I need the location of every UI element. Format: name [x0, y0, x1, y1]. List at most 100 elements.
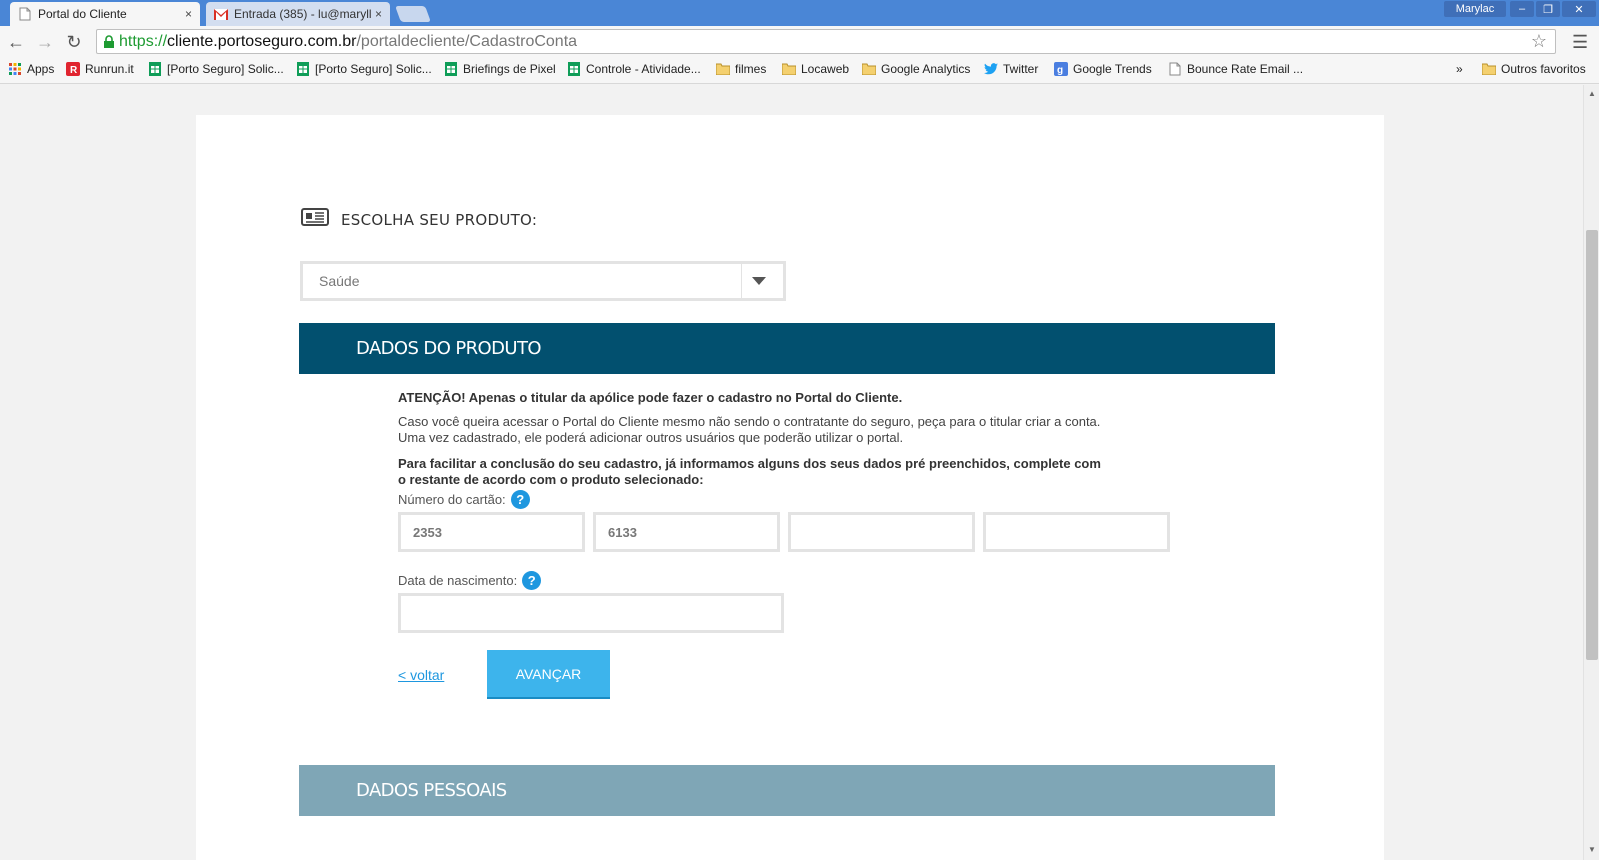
restore-button[interactable]: ❐ [1536, 1, 1560, 17]
product-select-value: Saúde [319, 273, 360, 289]
sheets-icon [148, 62, 162, 76]
section-band-personal: DADOS PESSOAIS [299, 765, 1275, 816]
choose-product-header: ESCOLHA SEU PRODUTO: [301, 208, 537, 231]
reload-icon[interactable]: ↻ [62, 30, 86, 54]
scroll-thumb[interactable] [1586, 230, 1598, 660]
prefill-text: Para facilitar a conclusão do seu cadast… [398, 456, 1188, 488]
url-scheme: https:// [119, 32, 168, 50]
lock-icon [103, 34, 115, 49]
chevron-down-icon[interactable] [752, 277, 766, 285]
scroll-down-arrow-icon[interactable]: ▼ [1588, 845, 1596, 854]
info-text: Caso você queira acessar o Portal do Cli… [398, 414, 1188, 446]
signup-card: ESCOLHA SEU PRODUTO: Saúde DADOS DO PROD… [196, 115, 1384, 860]
back-arrow-icon[interactable]: ← [4, 30, 28, 54]
product-select[interactable]: Saúde [300, 261, 786, 301]
bookmark-porto-2[interactable]: [Porto Seguro] Solic... [296, 62, 432, 76]
help-icon[interactable]: ? [522, 571, 542, 590]
page-icon [18, 7, 32, 21]
new-tab-button[interactable] [395, 6, 431, 22]
sheets-icon [444, 62, 458, 76]
bookmark-other-favorites[interactable]: Outros favoritos [1482, 62, 1586, 76]
bookmark-runrun[interactable]: R Runrun.it [66, 62, 134, 76]
folder-icon [862, 62, 876, 76]
tab-gmail[interactable]: Entrada (385) - lu@maryll × [206, 2, 390, 26]
profile-button[interactable]: Marylac [1444, 1, 1506, 17]
minimize-button[interactable]: – [1510, 1, 1534, 17]
bookmarks-overflow-button[interactable]: » [1456, 62, 1463, 76]
tab-portal-do-cliente[interactable]: Portal do Cliente × [10, 2, 200, 26]
google-icon: g [1054, 62, 1068, 76]
tab-strip: Portal do Cliente × Entrada (385) - lu@m… [0, 0, 1599, 26]
bookmark-label: filmes [735, 62, 767, 76]
bookmark-porto-1[interactable]: [Porto Seguro] Solic... [148, 62, 284, 76]
bookmark-star-icon[interactable]: ☆ [1531, 31, 1547, 52]
attention-text: ATENÇÃO! Apenas o titular da apólice pod… [398, 390, 903, 405]
page-icon [1168, 62, 1182, 76]
birth-date-label-row: Data de nascimento: ? [398, 571, 542, 590]
bookmark-google-trends[interactable]: g Google Trends [1054, 62, 1152, 76]
card-number-part-3[interactable] [788, 512, 975, 552]
tab-title: Entrada (385) - lu@maryll [234, 7, 371, 21]
birth-date-field[interactable] [398, 593, 784, 633]
gmail-icon [214, 7, 228, 21]
birth-date-label: Data de nascimento: [398, 573, 518, 588]
bookmark-apps[interactable]: Apps [8, 62, 54, 76]
bookmark-google-analytics[interactable]: Google Analytics [862, 62, 970, 76]
back-link[interactable]: < voltar [398, 667, 444, 683]
tab-close-icon[interactable]: × [375, 7, 382, 21]
address-bar[interactable]: https://cliente.portoseguro.com.br/porta… [96, 29, 1556, 54]
vertical-scrollbar[interactable]: ▲ ▼ [1583, 85, 1599, 860]
folder-icon [782, 62, 796, 76]
prefill-line: Para facilitar a conclusão do seu cadast… [398, 456, 1101, 471]
tab-close-icon[interactable]: × [185, 7, 192, 21]
close-window-button[interactable]: ✕ [1562, 1, 1596, 17]
bookmark-label: Bounce Rate Email ... [1187, 62, 1304, 76]
chrome-menu-icon[interactable]: ☰ [1572, 32, 1588, 53]
bookmark-label: Briefings de Pixel [463, 62, 556, 76]
bookmark-label: Google Trends [1073, 62, 1152, 76]
card-number-part-1[interactable] [398, 512, 585, 552]
bookmark-label: Apps [27, 62, 55, 76]
page-viewport: ESCOLHA SEU PRODUTO: Saúde DADOS DO PROD… [0, 85, 1583, 860]
runrun-icon: R [66, 62, 80, 76]
bookmark-filmes[interactable]: filmes [716, 62, 766, 76]
bookmark-label: Twitter [1003, 62, 1039, 76]
twitter-icon [984, 62, 998, 76]
forward-arrow-icon[interactable]: → [33, 30, 57, 54]
bookmarks-bar: Apps R Runrun.it [Porto Seguro] Solic...… [0, 58, 1599, 84]
bookmark-briefings[interactable]: Briefings de Pixel [444, 62, 556, 76]
section-title-personal: DADOS PESSOAIS [356, 780, 507, 801]
folder-icon [716, 62, 730, 76]
section-title-product: DADOS DO PRODUTO [356, 338, 542, 359]
help-icon[interactable]: ? [510, 490, 530, 509]
bookmark-label: [Porto Seguro] Solic... [167, 62, 284, 76]
bookmark-controle[interactable]: Controle - Atividade... [567, 62, 701, 76]
bookmark-label: [Porto Seguro] Solic... [315, 62, 432, 76]
bookmark-bounce-rate[interactable]: Bounce Rate Email ... [1168, 62, 1303, 76]
scroll-up-arrow-icon[interactable]: ▲ [1588, 89, 1596, 98]
apps-grid-icon [8, 62, 22, 76]
bookmark-locaweb[interactable]: Locaweb [782, 62, 849, 76]
bookmark-label: Google Analytics [881, 62, 971, 76]
prefill-line: o restante de acordo com o produto selec… [398, 472, 704, 487]
url-path: /portaldecliente/CadastroConta [356, 32, 578, 50]
advance-button[interactable]: AVANÇAR [487, 650, 610, 699]
select-divider [741, 264, 742, 298]
bookmark-label: Runrun.it [85, 62, 134, 76]
tab-title: Portal do Cliente [38, 7, 127, 21]
card-number-part-4[interactable] [983, 512, 1170, 552]
sheets-icon [567, 62, 581, 76]
info-line: Caso você queira acessar o Portal do Cli… [398, 414, 1101, 429]
card-number-part-2[interactable] [593, 512, 780, 552]
product-card-icon [301, 208, 329, 231]
svg-text:R: R [70, 65, 78, 76]
url-host: cliente.portoseguro.com.br [167, 32, 357, 50]
bookmark-label: Outros favoritos [1501, 62, 1586, 76]
info-line: Uma vez cadastrado, ele poderá adicionar… [398, 430, 904, 445]
folder-icon [1482, 62, 1496, 76]
bookmark-twitter[interactable]: Twitter [984, 62, 1038, 76]
card-number-label: Número do cartão: [398, 492, 506, 507]
browser-toolbar: ← → ↻ https://cliente.portoseguro.com.br… [0, 26, 1599, 58]
sheets-icon [296, 62, 310, 76]
svg-text:g: g [1057, 65, 1063, 76]
